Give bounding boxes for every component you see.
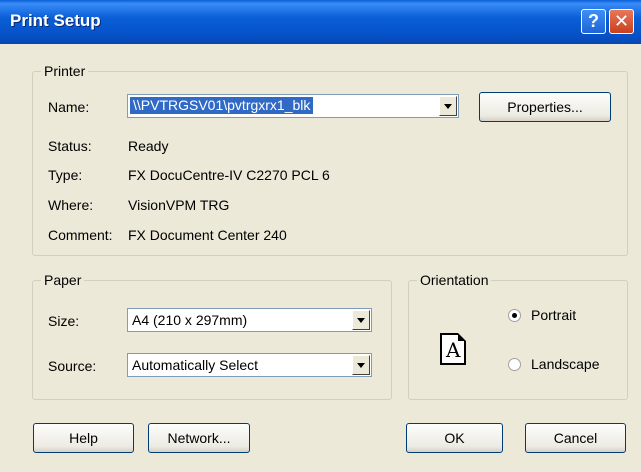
help-icon[interactable]: ? — [581, 9, 606, 34]
close-icon[interactable]: ✕ — [609, 9, 634, 34]
portrait-label[interactable]: Portrait — [531, 307, 576, 323]
printer-legend: Printer — [41, 63, 89, 79]
where-label: Where: — [48, 197, 94, 213]
paper-legend: Paper — [41, 272, 85, 288]
type-label: Type: — [48, 167, 83, 183]
status-label: Status: — [48, 138, 92, 154]
cancel-button[interactable]: Cancel — [525, 423, 626, 453]
portrait-radio[interactable] — [508, 309, 521, 322]
type-value: FX DocuCentre-IV C2270 PCL 6 — [128, 167, 330, 183]
ok-button[interactable]: OK — [406, 423, 503, 453]
status-value: Ready — [128, 138, 169, 154]
printer-name-value: \\PVTRGSV01\pvtrgxrx1_blk — [130, 97, 314, 114]
source-label: Source: — [48, 358, 97, 374]
chevron-down-icon[interactable] — [352, 310, 370, 330]
page-letter: A — [446, 338, 461, 362]
help-button[interactable]: Help — [33, 423, 134, 453]
portrait-page-icon: A — [440, 333, 466, 365]
landscape-radio[interactable] — [508, 358, 521, 371]
chevron-down-icon[interactable] — [439, 96, 457, 116]
landscape-label[interactable]: Landscape — [531, 356, 600, 372]
orientation-legend: Orientation — [417, 272, 492, 288]
name-label: Name: — [48, 99, 90, 115]
title-bar[interactable]: Print Setup ? ✕ — [0, 0, 641, 44]
paper-source-value: Automatically Select — [132, 357, 259, 373]
paper-size-value: A4 (210 x 297mm) — [132, 312, 248, 328]
paper-source-select[interactable]: Automatically Select — [127, 353, 372, 377]
size-label: Size: — [48, 313, 80, 329]
network-button[interactable]: Network... — [148, 423, 250, 453]
chevron-down-icon[interactable] — [352, 355, 370, 375]
window-title: Print Setup — [10, 11, 101, 30]
paper-size-select[interactable]: A4 (210 x 297mm) — [127, 308, 372, 332]
comment-label: Comment: — [48, 227, 113, 243]
comment-value: FX Document Center 240 — [128, 227, 287, 243]
printer-name-select[interactable]: \\PVTRGSV01\pvtrgxrx1_blk — [127, 94, 459, 118]
where-value: VisionVPM TRG — [128, 197, 230, 213]
paper-group: Paper — [32, 272, 392, 400]
properties-button[interactable]: Properties... — [479, 92, 611, 122]
